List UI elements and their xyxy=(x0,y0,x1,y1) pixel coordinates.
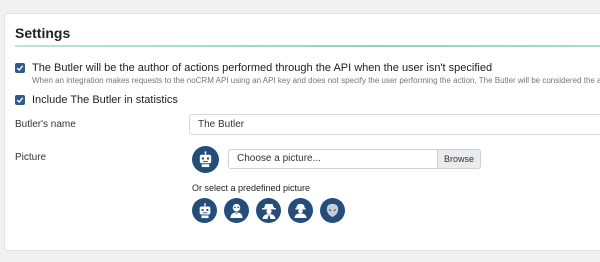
predefined-avatar-detective[interactable] xyxy=(256,198,281,223)
author-option-help: When an integration makes requests to th… xyxy=(32,76,600,85)
stats-option-label[interactable]: Include The Butler in statistics xyxy=(32,94,178,107)
worker-avatar-icon xyxy=(294,203,307,219)
stats-option-row: Include The Butler in statistics xyxy=(15,94,178,107)
picture-file-input[interactable]: Choose a picture... Browse xyxy=(228,149,481,169)
current-avatar xyxy=(192,146,219,173)
predefined-avatar-butler[interactable] xyxy=(224,198,249,223)
stats-option-checkbox[interactable] xyxy=(15,95,25,105)
author-option-row: The Butler will be the author of actions… xyxy=(15,62,600,86)
picture-label: Picture xyxy=(15,152,47,163)
butler-avatar-icon xyxy=(230,203,243,219)
checkmark-icon xyxy=(16,65,24,72)
predefined-avatar-worker[interactable] xyxy=(288,198,313,223)
predefined-label: Or select a predefined picture xyxy=(192,183,311,193)
detective-avatar-icon xyxy=(261,203,276,219)
browse-button[interactable]: Browse xyxy=(437,150,480,168)
robot-avatar-icon xyxy=(199,151,212,168)
author-option-label[interactable]: The Butler will be the author of actions… xyxy=(32,62,600,75)
butler-name-input[interactable]: The Butler xyxy=(189,114,600,135)
predefined-avatars xyxy=(192,198,345,223)
author-option-checkbox[interactable] xyxy=(15,63,25,73)
title-divider xyxy=(15,45,600,47)
checkmark-icon xyxy=(16,97,24,104)
file-placeholder[interactable]: Choose a picture... xyxy=(229,150,437,168)
panel-title: Settings xyxy=(15,25,71,41)
predefined-avatar-alien[interactable] xyxy=(320,198,345,223)
butler-name-label: Butler's name xyxy=(15,119,76,130)
robot-avatar-icon xyxy=(199,202,210,218)
predefined-avatar-robot[interactable] xyxy=(192,198,217,223)
alien-avatar-icon xyxy=(326,203,339,218)
